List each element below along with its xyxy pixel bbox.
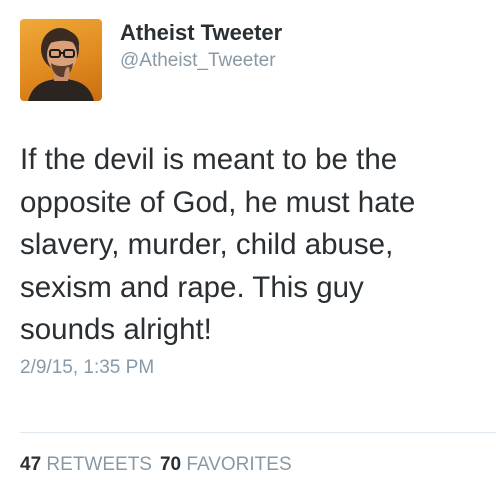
retweets-label: RETWEETS [46, 454, 152, 475]
display-name[interactable]: Atheist Tweeter [120, 20, 282, 46]
favorites-label: FAVORITES [186, 454, 292, 475]
retweets-stat[interactable]: 47 RETWEETS [20, 454, 152, 475]
tweet-text-line: sexism and rape. This guy [20, 270, 364, 304]
favorites-count: 70 [159, 454, 182, 475]
screen-name[interactable]: @Atheist_Tweeter [120, 50, 276, 72]
divider [20, 432, 496, 433]
tweet-text: If the devil is meant to be the opposite… [20, 139, 480, 352]
tweet-stats: 47 RETWEETS 70 FAVORITES [20, 454, 292, 476]
tweet-text-line: slavery, murder, child abuse, [20, 228, 394, 261]
tweet-card: Atheist Tweeter @Atheist_Tweeter If the … [0, 0, 496, 500]
tweet-text-line: sounds alright! [20, 313, 212, 346]
avatar[interactable] [20, 19, 102, 101]
tweet-timestamp[interactable]: 2/9/15, 1:35 PM [20, 357, 154, 379]
retweets-count: 47 [20, 454, 42, 475]
tweet-text-line: opposite of God, he must hate [20, 185, 416, 219]
tweet-text-line: If the devil is meant to be the [20, 143, 398, 176]
profile-photo-icon [28, 28, 94, 101]
favorites-stat[interactable]: 70 FAVORITES [160, 454, 292, 475]
